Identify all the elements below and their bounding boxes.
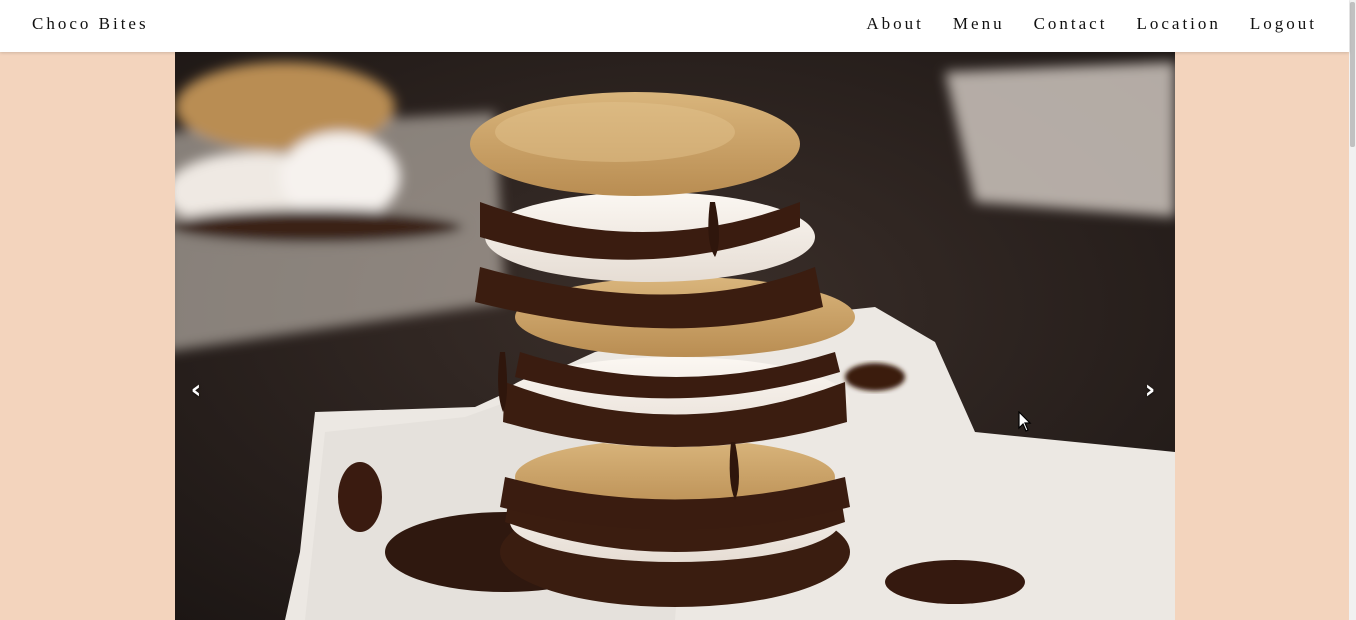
nav-item-about[interactable]: About: [866, 14, 924, 34]
nav-item-logout[interactable]: Logout: [1250, 14, 1317, 34]
image-carousel: ‹ ›: [175, 52, 1175, 620]
carousel-slide-image: [175, 52, 1175, 620]
nav-links: About Menu Contact Location Logout: [837, 14, 1317, 34]
carousel-next-button[interactable]: ›: [1136, 374, 1164, 406]
brand-name[interactable]: Choco Bites: [32, 14, 149, 34]
scrollbar-thumb[interactable]: [1350, 2, 1355, 147]
nav-item-contact[interactable]: Contact: [1034, 14, 1108, 34]
carousel-prev-button[interactable]: ‹: [182, 374, 210, 406]
nav-item-location[interactable]: Location: [1136, 14, 1220, 34]
nav-item-menu[interactable]: Menu: [953, 14, 1005, 34]
mouse-cursor-icon: [1018, 411, 1032, 432]
navbar: Choco Bites About Menu Contact Location …: [0, 0, 1349, 52]
page-scrollbar[interactable]: [1349, 0, 1356, 620]
